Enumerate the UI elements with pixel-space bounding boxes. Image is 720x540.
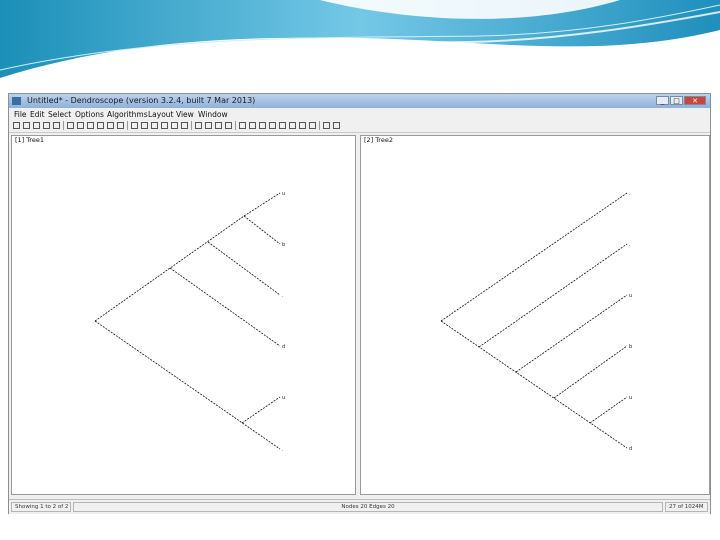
title-bar[interactable]: Untitled* - Dendroscope (version 3.2.4, … [9, 94, 710, 108]
tree1-leaves: u b . d u . [282, 191, 285, 453]
menu-edit[interactable]: Edit [30, 110, 45, 119]
toolbar-separator [319, 121, 320, 130]
tree1-edge [169, 267, 281, 347]
tree2-leaf: . [629, 242, 631, 248]
tree2-leaf: u [629, 395, 632, 401]
zoom-in-icon[interactable] [131, 122, 138, 129]
menu-select[interactable]: Select [48, 110, 71, 119]
uncollapse-icon[interactable] [309, 122, 316, 129]
tree2-leaf: b [629, 344, 632, 350]
tree1-leaf: . [282, 447, 284, 453]
rotate-left-icon[interactable] [107, 122, 114, 129]
paste-icon[interactable] [77, 122, 84, 129]
tree1-edge [94, 320, 281, 450]
menu-options[interactable]: Options [75, 110, 104, 119]
back-icon[interactable] [13, 122, 20, 129]
font-icon[interactable] [259, 122, 266, 129]
tree1-leaf: b [282, 242, 285, 248]
tree-panel-1[interactable]: [1] Tree1 u b . d u . [11, 135, 356, 495]
toolbar [9, 120, 710, 133]
swap-icon[interactable] [181, 122, 188, 129]
tree1-edge [243, 215, 281, 245]
minimize-button[interactable]: _ [656, 96, 669, 105]
tree1-edge [207, 241, 281, 296]
layout-rect-icon[interactable] [195, 122, 202, 129]
app-icon [12, 97, 21, 105]
open-icon[interactable] [33, 122, 40, 129]
tree1-leaf: d [282, 344, 285, 350]
save-icon[interactable] [43, 122, 50, 129]
node-icon[interactable] [289, 122, 296, 129]
tree2-edge [478, 243, 628, 348]
rotate-right-icon[interactable] [117, 122, 124, 129]
tree1-leaf: u [282, 191, 285, 197]
contract-icon[interactable] [161, 122, 168, 129]
print-icon[interactable] [53, 122, 60, 129]
forward-icon[interactable] [23, 122, 30, 129]
tree1-leaf: . [282, 293, 284, 299]
tree2-leaves: . . u b u d [629, 191, 632, 452]
copy-icon[interactable] [67, 122, 74, 129]
tree2-edge [440, 320, 628, 449]
plus-icon[interactable] [333, 122, 340, 129]
tree1-edge [241, 396, 281, 424]
tree2-edge [440, 192, 628, 322]
status-bar: Showing 1 to 2 of 2 Nodes 20 Edges 20 27… [9, 499, 710, 514]
grid-icon[interactable] [87, 122, 94, 129]
dendroscope-window: Untitled* - Dendroscope (version 3.2.4, … [8, 93, 711, 514]
menu-view[interactable]: View [176, 110, 194, 119]
maximize-button[interactable]: □ [670, 96, 683, 105]
tree1-edge [94, 215, 245, 322]
layout-radial-icon[interactable] [225, 122, 232, 129]
menu-algorithms[interactable]: Algorithms [107, 110, 148, 119]
edge-icon[interactable] [279, 122, 286, 129]
reroot-icon[interactable] [171, 122, 178, 129]
close-button[interactable]: ✕ [684, 96, 706, 105]
menu-bar: File Edit Select Options Algorithms Layo… [9, 109, 710, 120]
menu-layout[interactable]: Layout [148, 110, 174, 119]
toolbar-separator [191, 121, 192, 130]
tree-icon[interactable] [97, 122, 104, 129]
menu-file[interactable]: File [14, 110, 27, 119]
color-icon[interactable] [269, 122, 276, 129]
tree-panel-2[interactable]: [2] Tree2 . . u b u d [360, 135, 710, 495]
layout-circular-icon[interactable] [215, 122, 222, 129]
status-nodes-edges: Nodes 20 Edges 20 [73, 502, 663, 512]
label-icon[interactable] [249, 122, 256, 129]
tree1-leaf: u [282, 395, 285, 401]
status-memory: 27 of 1024M [665, 502, 708, 512]
layout-slanted-icon[interactable] [205, 122, 212, 129]
toolbar-separator [127, 121, 128, 130]
tree2-leaf: d [629, 446, 632, 452]
toolbar-separator [235, 121, 236, 130]
zoom-out-icon[interactable] [141, 122, 148, 129]
tree1-edge [243, 192, 281, 217]
tree2-leaf: . [629, 191, 631, 197]
collapse-icon[interactable] [299, 122, 306, 129]
tree2-leaf: u [629, 293, 632, 299]
tree2-edge [553, 345, 628, 399]
tree1-canvas: u b . d u . [94, 191, 285, 453]
minus-icon[interactable] [323, 122, 330, 129]
expand-icon[interactable] [151, 122, 158, 129]
window-title: Untitled* - Dendroscope (version 3.2.4, … [27, 96, 256, 105]
tree2-edge [515, 294, 628, 373]
find-icon[interactable] [239, 122, 246, 129]
header-banner [0, 0, 720, 81]
toolbar-separator [63, 121, 64, 130]
menu-window[interactable]: Window [198, 110, 228, 119]
status-showing: Showing 1 to 2 of 2 [11, 502, 71, 512]
tree2-edge [589, 396, 628, 424]
tree2-canvas: . . u b u d [440, 191, 632, 452]
